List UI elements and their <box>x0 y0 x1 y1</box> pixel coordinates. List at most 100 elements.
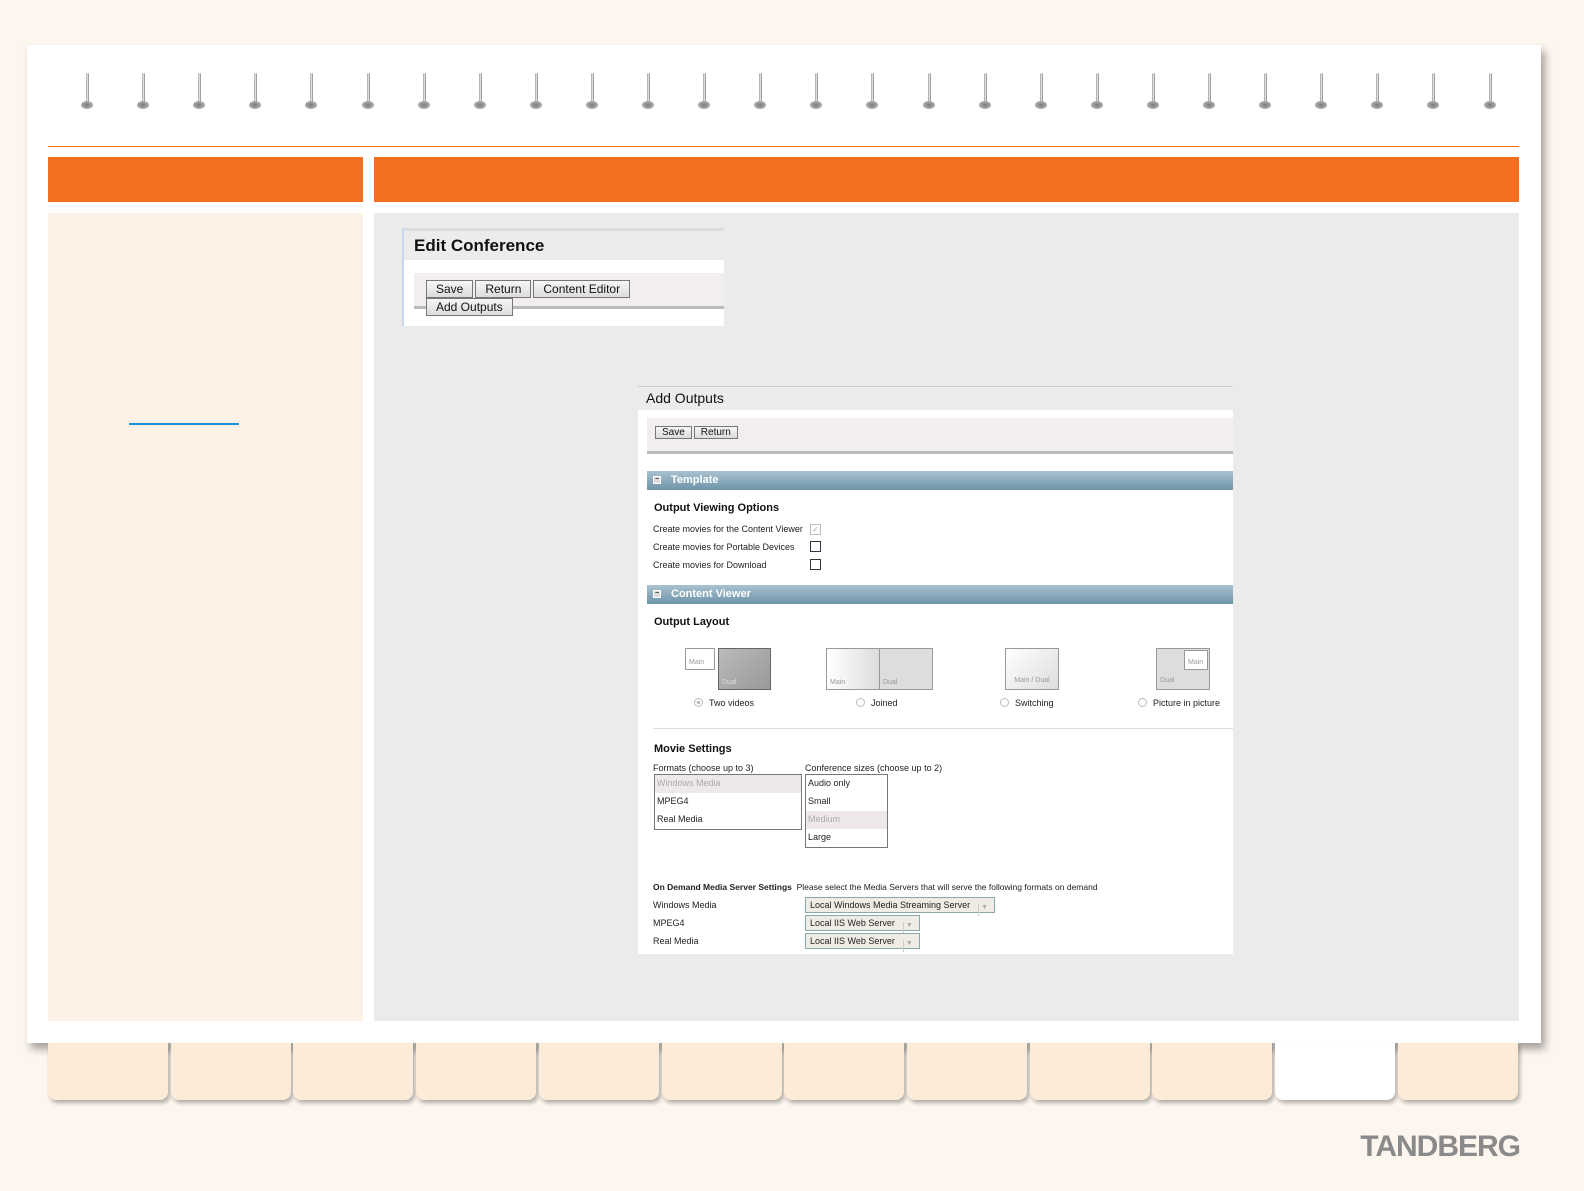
windows-media-server-select[interactable]: Local Windows Media Streaming Server ▼ <box>805 897 996 916</box>
binder-ring-icon <box>1315 73 1328 111</box>
layout-switching-radio[interactable]: Switching <box>1000 698 1054 708</box>
section-tab[interactable] <box>170 1043 291 1100</box>
link-underline[interactable] <box>129 423 239 425</box>
download-checkbox[interactable] <box>810 559 821 570</box>
layout-thumb-main: Main <box>685 648 715 670</box>
binder-ring-icon <box>810 73 823 111</box>
binder-ring-icon <box>417 73 430 111</box>
layout-pip-radio[interactable]: Picture in picture <box>1138 698 1220 708</box>
binder-ring-icon <box>642 73 654 111</box>
chevron-down-icon: ▼ <box>978 904 990 916</box>
save-button[interactable]: Save <box>655 426 692 439</box>
list-option[interactable]: MPEG4 <box>655 793 801 811</box>
section-tab[interactable] <box>538 1043 659 1100</box>
left-panel <box>48 213 363 1021</box>
layout-thumb-switching: Main / Dual <box>1005 648 1059 690</box>
option-label: Create movies for Portable Devices <box>653 542 795 552</box>
content-editor-button[interactable]: Content Editor <box>533 280 631 298</box>
collapse-icon[interactable]: − <box>653 476 661 485</box>
binder-ring-icon <box>137 73 150 111</box>
output-viewing-options-heading: Output Viewing Options <box>654 502 780 514</box>
list-option[interactable]: Real Media <box>655 811 801 829</box>
edit-conference-title: Edit Conference <box>404 228 724 260</box>
sizes-label: Conference sizes (choose up to 2) <box>805 763 943 773</box>
right-header-bar <box>374 157 1519 202</box>
portable-devices-checkbox[interactable] <box>810 541 821 552</box>
real-media-server-select[interactable]: Local IIS Web Server ▼ <box>805 933 920 952</box>
section-tab[interactable] <box>1152 1043 1273 1100</box>
section-tab[interactable] <box>293 1043 414 1100</box>
output-layout-heading: Output Layout <box>654 616 730 628</box>
binder-ring-icon <box>1203 73 1215 111</box>
binder-ring-icon <box>1483 73 1496 111</box>
movie-settings-heading: Movie Settings <box>654 743 732 755</box>
list-option[interactable]: Audio only <box>806 775 887 793</box>
server-row-label: Real Media <box>653 936 699 946</box>
binder-ring-icon <box>249 73 262 111</box>
binder-ring-icon <box>978 73 991 111</box>
layout-thumb-main: Main <box>826 648 880 690</box>
section-tab[interactable] <box>1275 1043 1395 1100</box>
binder-ring-icon <box>698 73 711 111</box>
layout-thumb-dual: Dual <box>879 648 933 690</box>
formats-label: Formats (choose up to 3) <box>653 763 754 773</box>
binder-ring-icon <box>1371 73 1384 111</box>
option-label: Create movies for Download <box>653 560 767 570</box>
layout-thumb-dual: Dual <box>718 648 771 690</box>
server-row-label: MPEG4 <box>653 918 685 928</box>
left-header-bar <box>48 157 363 202</box>
sizes-listbox[interactable]: Audio only Small Medium Large <box>805 774 888 848</box>
binder-ring-icon <box>473 73 486 111</box>
binder-ring-icon <box>866 73 879 111</box>
binder-ring-icon <box>1146 73 1159 111</box>
binder-ring-icon <box>305 73 318 111</box>
list-option[interactable]: Small <box>806 793 887 811</box>
edit-conference-toolbar: Save Return Content Editor Add Outputs <box>414 273 724 316</box>
collapse-icon[interactable]: − <box>653 590 661 599</box>
binder-ring-icon <box>585 73 598 111</box>
edit-conference-screenshot: Edit Conference Save Return Content Editor… <box>402 228 724 326</box>
binder-ring-icon <box>1090 73 1103 111</box>
template-section-header[interactable]: − Template <box>647 471 1233 490</box>
media-server-heading-row: On Demand Media Server Settings Please s… <box>653 882 1098 892</box>
tandberg-logo: TANDBERG <box>1360 1130 1521 1163</box>
section-tab[interactable] <box>661 1043 782 1100</box>
header-divider <box>48 146 1519 147</box>
return-button[interactable]: Return <box>475 280 532 298</box>
section-tab[interactable] <box>416 1043 537 1100</box>
binder-ring-icon <box>1427 73 1440 111</box>
option-label: Create movies for the Content Viewer <box>653 524 803 534</box>
content-viewer-section-header[interactable]: − Content Viewer <box>647 585 1233 604</box>
binder-ring-icon <box>361 73 374 111</box>
binder-ring-icon <box>81 73 93 111</box>
binder-ring-icon <box>1034 73 1047 111</box>
binder-ring-icon <box>529 73 542 111</box>
formats-listbox[interactable]: Windows Media MPEG4 Real Media <box>654 774 802 830</box>
binder-ring-icon <box>754 73 767 111</box>
section-tab[interactable] <box>784 1043 905 1100</box>
section-tab[interactable] <box>1029 1043 1150 1100</box>
chevron-down-icon: ▼ <box>902 940 915 952</box>
list-option[interactable]: Large <box>806 829 887 847</box>
layout-thumb-main: Main <box>1184 650 1208 670</box>
content-viewer-checkbox[interactable]: ✓ <box>810 524 821 535</box>
return-button[interactable]: Return <box>693 426 738 439</box>
layout-joined-radio[interactable]: Joined <box>856 698 898 708</box>
add-outputs-screenshot: Add Outputs Save Return − Template Output … <box>638 386 1233 954</box>
add-outputs-toolbar: Save Return <box>647 418 1233 454</box>
save-button[interactable]: Save <box>426 280 474 298</box>
mpeg4-server-select[interactable]: Local IIS Web Server ▼ <box>805 915 920 934</box>
list-option[interactable]: Windows Media <box>655 775 801 793</box>
add-outputs-button[interactable]: Add Outputs <box>426 298 513 316</box>
section-tab[interactable] <box>1397 1043 1518 1100</box>
section-tab[interactable] <box>906 1043 1027 1100</box>
server-row-label: Windows Media <box>653 900 717 910</box>
binder-ring-icon <box>1259 73 1272 111</box>
binder-ring-icon <box>922 73 935 111</box>
divider <box>653 728 1233 729</box>
list-option[interactable]: Medium <box>806 811 887 829</box>
add-outputs-title: Add Outputs <box>638 386 1233 410</box>
layout-two-videos-radio[interactable]: Two videos <box>694 698 754 708</box>
binder-ring-icon <box>193 73 206 111</box>
section-tab[interactable] <box>48 1043 168 1100</box>
